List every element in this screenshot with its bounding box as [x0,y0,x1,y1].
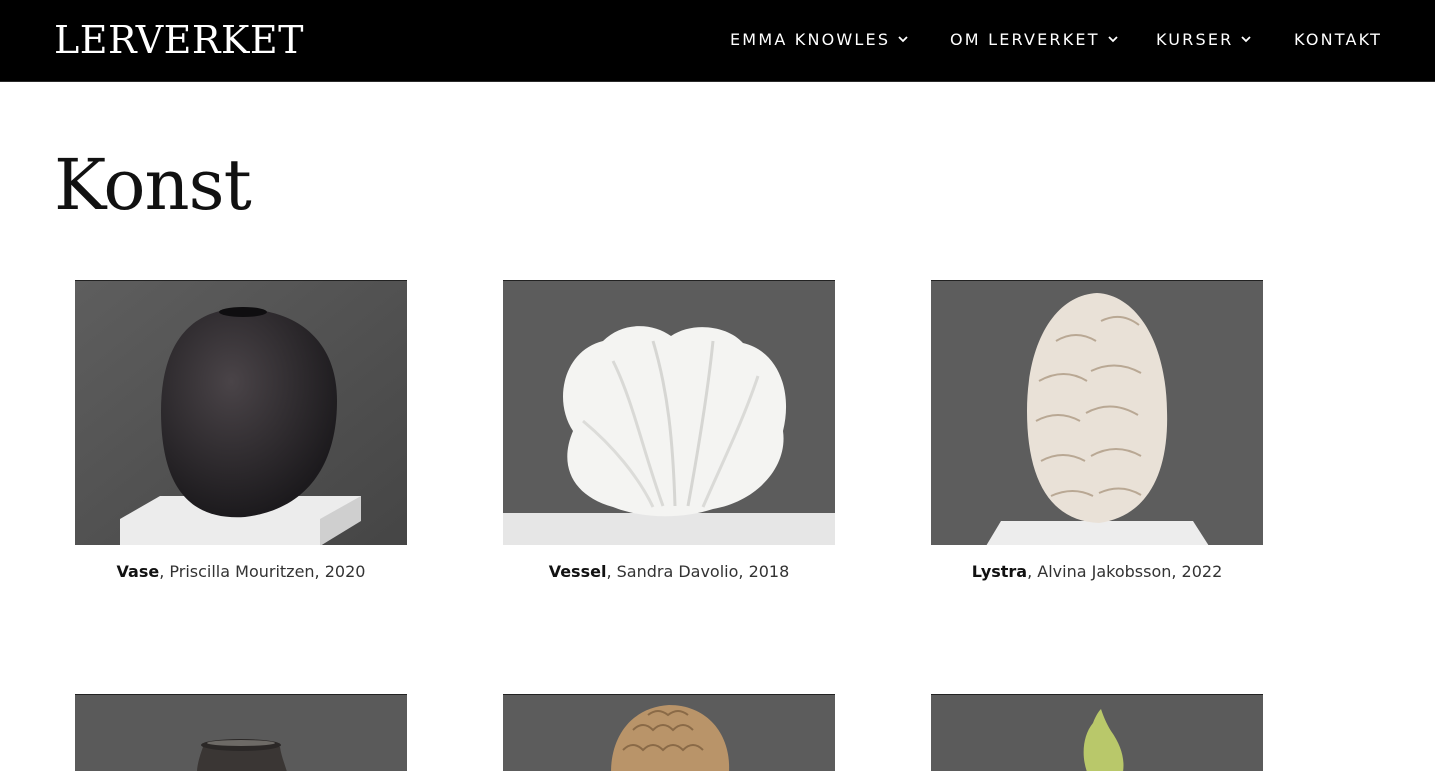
artwork-title[interactable]: Lystra [972,562,1027,581]
white-ruffled-vessel-image[interactable] [503,280,835,545]
artwork-card[interactable]: Vase, Priscilla Mouritzen, 2020 [75,280,407,583]
dark-vase-image[interactable] [75,280,407,545]
nav-item-kurser[interactable]: KURSER [1156,29,1253,51]
chevron-down-icon [898,36,908,43]
site-header: LERVERKET EMMA KNOWLES OM LERVERKET KURS… [0,0,1435,82]
artwork-details: , Alvina Jakobsson, 2022 [1027,562,1223,581]
artwork-card[interactable] [931,694,1263,771]
chevron-down-icon [1241,36,1252,43]
nav-item-om-lerverket[interactable]: OM LERVERKET [950,29,1120,51]
artwork-caption: Vessel, Sandra Davolio, 2018 [503,561,835,583]
artwork-caption: Vase, Priscilla Mouritzen, 2020 [75,561,407,583]
artwork-caption: Lystra, Alvina Jakobsson, 2022 [931,561,1263,583]
nav-item-emma-knowles[interactable]: EMMA KNOWLES [730,29,910,51]
nav-item-label: EMMA KNOWLES [730,30,891,49]
artwork-title[interactable]: Vessel [549,562,607,581]
artwork-details: , Sandra Davolio, 2018 [606,562,790,581]
petal-sculpture-image[interactable] [931,280,1263,545]
artwork-card[interactable]: Lystra, Alvina Jakobsson, 2022 [931,280,1263,583]
main-nav: EMMA KNOWLES OM LERVERKET KURSER KONTAKT [0,29,1435,53]
artwork-details: , Priscilla Mouritzen, 2020 [159,562,366,581]
page-title: Konst [54,144,252,226]
artwork-card[interactable] [75,694,407,771]
stoneware-pot-image[interactable] [75,694,407,771]
chevron-down-icon [1108,36,1118,43]
artwork-title[interactable]: Vase [117,562,160,581]
green-pear-sculpture-image[interactable] [931,694,1263,771]
nav-item-label: KURSER [1156,30,1234,49]
artwork-card[interactable]: Vessel, Sandra Davolio, 2018 [503,280,835,583]
artwork-card[interactable] [503,694,835,771]
nav-item-label: KONTAKT [1294,30,1383,49]
tan-ruffled-sculpture-image[interactable] [503,694,835,771]
nav-item-kontakt[interactable]: KONTAKT [1294,29,1382,51]
nav-item-label: OM LERVERKET [950,30,1100,49]
